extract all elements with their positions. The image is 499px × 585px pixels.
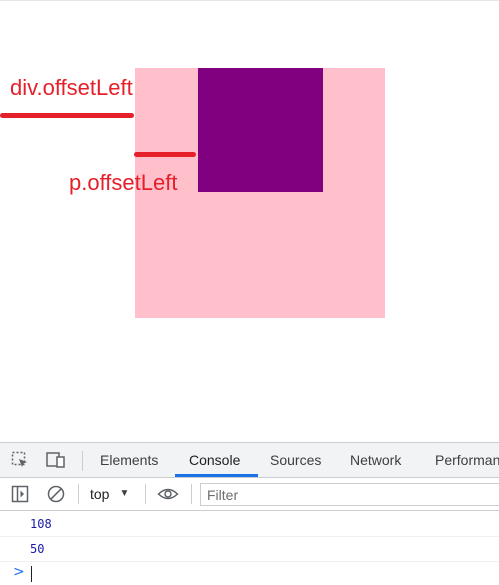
show-sidebar-icon[interactable] xyxy=(8,482,32,506)
tabbar-divider xyxy=(82,451,83,471)
tab-sources[interactable]: Sources xyxy=(270,443,321,477)
console-toolbar: top ▼ xyxy=(0,478,499,511)
inner-p-box xyxy=(198,68,323,192)
filter-input[interactable] xyxy=(200,483,499,506)
devtools-tabbar: Elements Console Sources Network Perform… xyxy=(0,443,499,478)
tab-performance[interactable]: Performan xyxy=(435,443,499,477)
context-value: top xyxy=(90,486,110,502)
console-message: 50 xyxy=(0,537,499,562)
text-cursor xyxy=(31,566,32,582)
div-offset-label: div.offsetLeft xyxy=(10,75,133,100)
tab-elements[interactable]: Elements xyxy=(100,443,158,477)
div-offset-line xyxy=(0,113,134,118)
active-tab-indicator xyxy=(175,474,258,477)
tab-console[interactable]: Console xyxy=(189,443,240,477)
inspect-element-icon[interactable] xyxy=(8,448,32,472)
context-selector[interactable]: top ▼ xyxy=(90,483,129,505)
toolbar-divider xyxy=(191,484,192,504)
toolbar-divider xyxy=(78,484,79,504)
device-toolbar-icon[interactable] xyxy=(44,448,68,472)
devtools-panel: Elements Console Sources Network Perform… xyxy=(0,442,499,584)
live-expression-icon[interactable] xyxy=(156,482,180,506)
toolbar-divider xyxy=(145,484,146,504)
p-offset-label: p.offsetLeft xyxy=(69,170,178,195)
console-message: 108 xyxy=(0,512,499,537)
prompt-chevron-icon: > xyxy=(13,564,25,580)
p-offset-line xyxy=(134,152,196,157)
dropdown-caret-icon: ▼ xyxy=(119,488,130,499)
clear-console-icon[interactable] xyxy=(44,482,68,506)
tab-network[interactable]: Network xyxy=(350,443,401,477)
console-prompt[interactable]: > xyxy=(0,562,499,585)
page-viewport: div.offsetLeft p.offsetLeft xyxy=(0,0,499,442)
